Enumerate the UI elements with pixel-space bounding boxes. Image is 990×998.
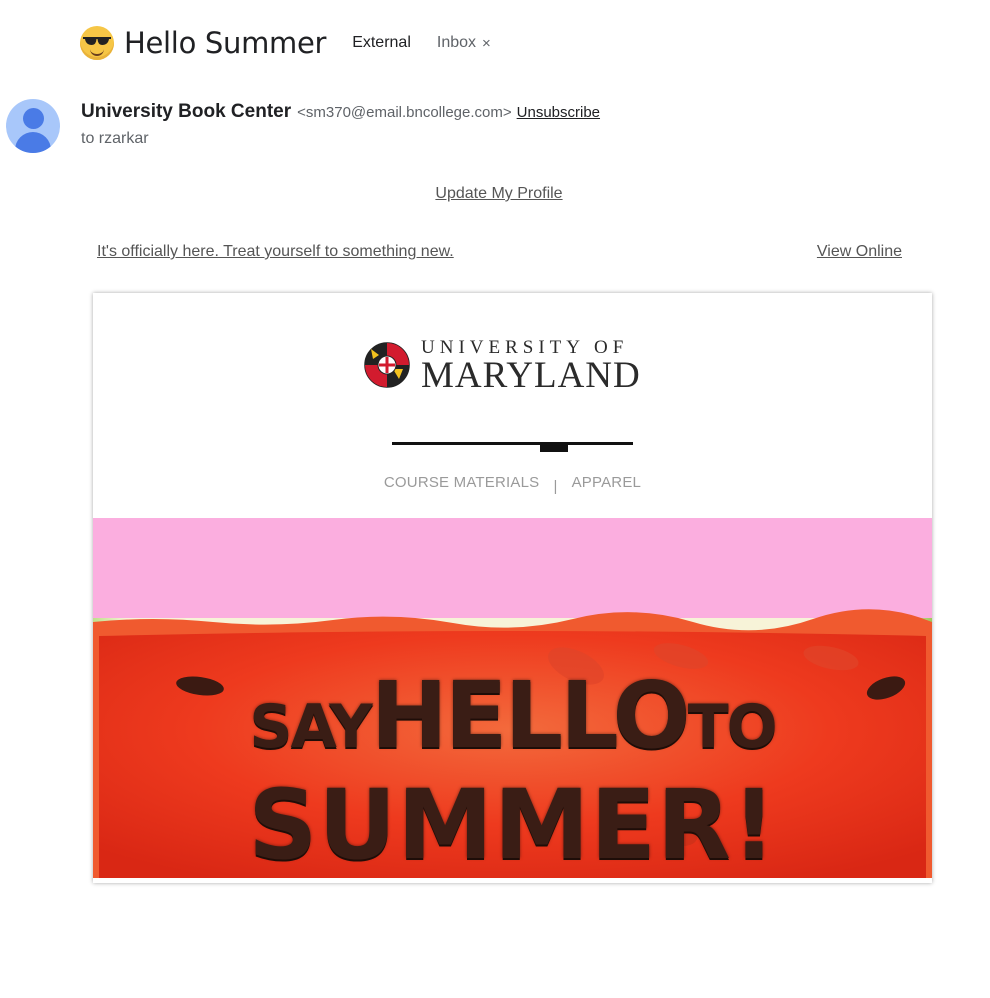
default-avatar-icon[interactable]	[6, 99, 60, 153]
sender-email: <sm370@email.bncollege.com>	[297, 104, 512, 121]
hero-say: SAY	[249, 692, 372, 762]
hero-banner[interactable]: SAYHELLOTO SUMMER!	[93, 518, 932, 878]
inbox-label-text: Inbox	[436, 34, 477, 51]
email-subject: Hello Summer	[124, 26, 327, 60]
subject-row: Hello Summer External Inbox ×	[80, 22, 491, 64]
hero-summer: SUMMER!	[248, 769, 777, 878]
unsubscribe-link[interactable]: Unsubscribe	[517, 104, 600, 121]
hero-headline: SAYHELLOTO SUMMER!	[93, 668, 932, 878]
update-profile-link[interactable]: Update My Profile	[435, 185, 562, 202]
logo-text-bottom: MARYLAND	[421, 355, 641, 396]
nav-course-materials[interactable]: COURSE MATERIALS	[384, 474, 539, 491]
preheader-link[interactable]: It's officially here. Treat yourself to …	[97, 243, 454, 261]
view-online-link[interactable]: View Online	[817, 243, 902, 261]
hero-hello: HELLO	[370, 662, 691, 769]
hero-to: TO	[687, 692, 778, 762]
sender-line: University Book Center <sm370@email.bnco…	[81, 101, 600, 123]
nav-separator: |	[553, 478, 558, 495]
divider-tab	[540, 445, 568, 452]
email-body-card: UNIVERSITY OF MARYLAND COURSE MATERIALS …	[93, 293, 932, 883]
university-logo[interactable]: UNIVERSITY OF MARYLAND	[363, 338, 653, 394]
email-nav: COURSE MATERIALS | APPAREL	[93, 474, 932, 495]
remove-label-icon[interactable]: ×	[482, 35, 491, 52]
divider	[392, 442, 633, 445]
maryland-seal-icon	[364, 342, 410, 388]
inbox-label[interactable]: Inbox ×	[437, 34, 491, 52]
nav-apparel[interactable]: APPAREL	[572, 474, 642, 491]
sender-name[interactable]: University Book Center	[81, 101, 291, 123]
external-label: External	[352, 34, 411, 51]
recipient-line[interactable]: to rzarkar	[81, 130, 149, 148]
update-profile-row: Update My Profile	[0, 185, 990, 203]
sunglasses-emoji-icon	[80, 26, 114, 60]
